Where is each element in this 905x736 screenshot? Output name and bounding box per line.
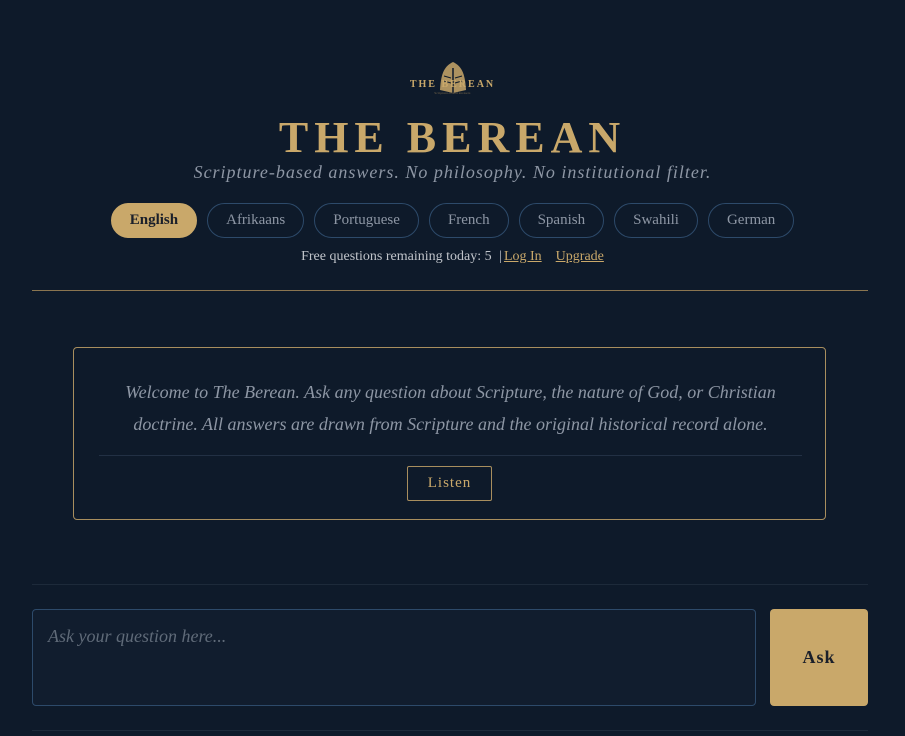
lang-portuguese-button[interactable]: Portuguese [314,203,419,238]
page-subtitle: Scripture-based answers. No philosophy. … [193,162,712,182]
logo-text: THE BEREAN [409,79,496,90]
logo-tagline: Scripture-based answers [434,91,471,95]
ask-button[interactable]: Ask [770,609,868,706]
upgrade-link[interactable]: Upgrade [556,249,604,264]
lang-afrikaans-button[interactable]: Afrikaans [207,203,305,238]
lang-english-button[interactable]: English [110,203,198,238]
listen-button[interactable]: Listen [407,466,492,501]
page: THE BEREAN Scripture-based answers THE B… [0,0,905,736]
welcome-message: Welcome to The Berean. Ask any question … [125,382,776,434]
form-divider-bottom [32,730,868,731]
quota-bar: Free questions remaining today: 5 | Log I… [0,249,905,265]
welcome-card: Welcome to The Berean. Ask any question … [73,347,826,520]
lang-swahili-button[interactable]: Swahili [614,203,698,238]
lang-french-button[interactable]: French [428,203,509,238]
quota-label: Free questions remaining today: [301,249,482,264]
lang-spanish-button[interactable]: Spanish [518,203,605,238]
quota-separator: | [499,249,502,264]
language-selector: English Afrikaans Portuguese French Span… [0,203,905,238]
question-input[interactable] [32,609,756,706]
logo: THE BEREAN Scripture-based answers [0,60,905,100]
welcome-divider [99,455,802,456]
quota-count: 5 [484,249,492,264]
login-link[interactable]: Log In [504,249,542,264]
lang-german-button[interactable]: German [707,203,795,238]
form-divider-top [32,584,868,585]
page-title: THE BEREAN [278,113,627,162]
header-divider [32,290,868,291]
